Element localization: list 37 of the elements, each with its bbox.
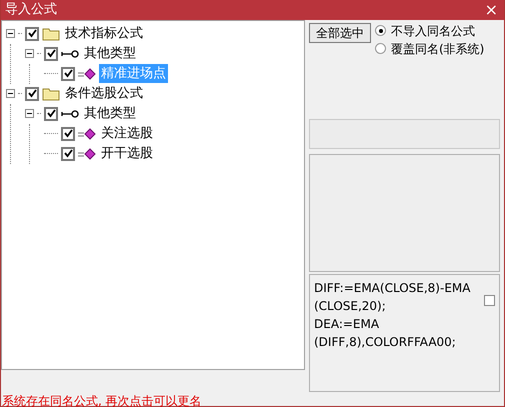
checkbox[interactable]	[61, 66, 75, 80]
checkbox[interactable]	[61, 126, 75, 140]
folder-icon	[42, 86, 60, 100]
tree-item[interactable]: 其他类型	[82, 104, 138, 124]
formula-line: DEA:=EMA	[314, 316, 380, 332]
checkbox[interactable]	[44, 106, 58, 120]
expander-icon[interactable]	[6, 89, 15, 98]
tree-item[interactable]: 条件选股公式	[63, 84, 145, 104]
expander-icon[interactable]	[6, 29, 15, 38]
key-icon	[61, 48, 79, 58]
tree-item[interactable]: 开干选股	[99, 144, 155, 164]
select-all-button[interactable]: 全部选中	[309, 22, 371, 42]
key-icon	[61, 108, 79, 118]
option-label: 覆盖同名(非系统)	[391, 40, 484, 58]
checkbox[interactable]	[44, 46, 58, 60]
expander-icon[interactable]	[25, 109, 34, 118]
diamond-icon	[78, 68, 96, 80]
tree-item[interactable]: 关注选股	[99, 124, 155, 144]
diamond-icon	[78, 148, 96, 160]
checkbox[interactable]	[25, 86, 39, 100]
status-message: 系统存在同名公式, 再次点击可以更名	[1, 392, 203, 407]
close-button[interactable]: ×	[482, 2, 500, 18]
formula-line: DIFF:=EMA(CLOSE,8)-EMA	[314, 280, 470, 296]
expander-icon[interactable]	[25, 49, 34, 58]
option-label: 不导入同名公式	[391, 22, 475, 40]
checkbox[interactable]	[61, 146, 75, 160]
formula-line: (CLOSE,20);	[314, 298, 387, 314]
diamond-icon	[78, 128, 96, 140]
radio-button[interactable]	[375, 25, 386, 36]
radio-button[interactable]	[375, 43, 386, 54]
window-title: 导入公式	[5, 1, 57, 19]
checkbox[interactable]	[25, 26, 39, 40]
formula-line: (DIFF,8),COLORFFAA00;	[314, 334, 457, 350]
tree-item[interactable]: 技术指标公式	[63, 24, 145, 44]
tree-item[interactable]: 其他类型	[82, 44, 138, 64]
folder-icon	[42, 26, 60, 40]
checkbox[interactable]	[484, 294, 495, 306]
